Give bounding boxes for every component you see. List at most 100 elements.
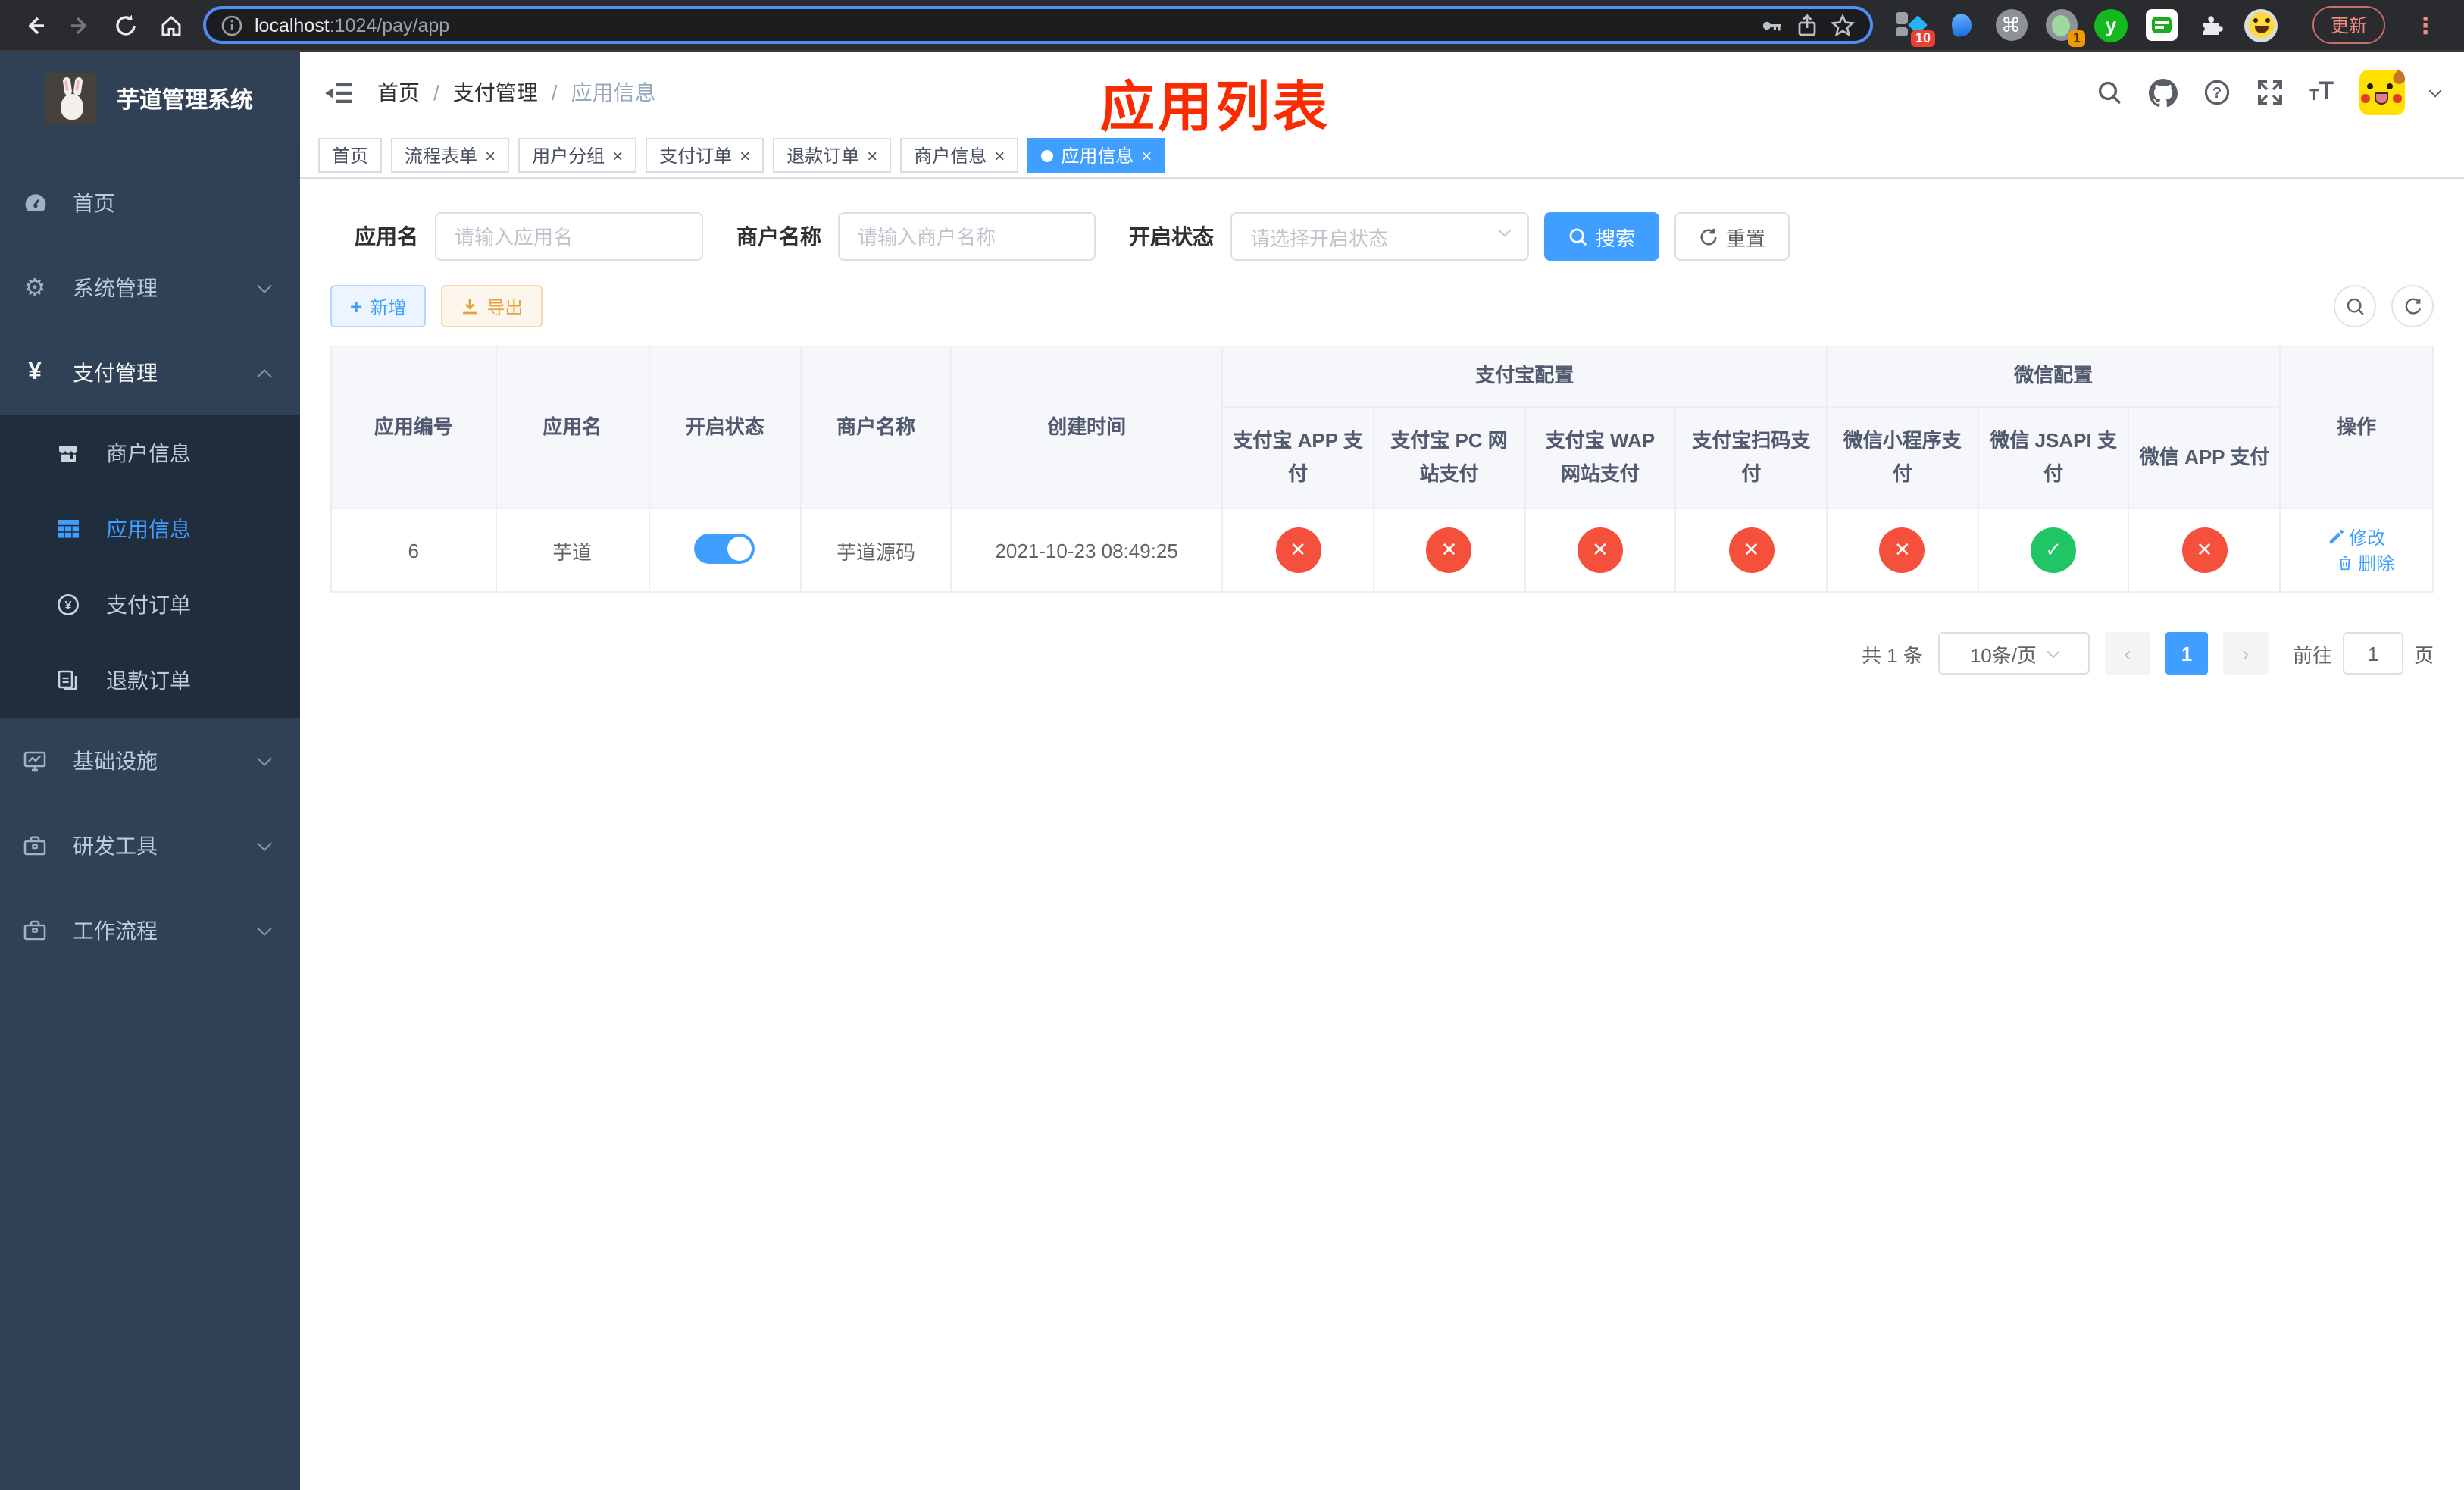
avatar-caret-icon[interactable] xyxy=(2428,83,2442,97)
close-icon[interactable]: × xyxy=(612,146,623,164)
reset-button[interactable]: 重置 xyxy=(1674,212,1790,261)
status-circle: ✕ xyxy=(2181,527,2228,573)
enabled-toggle[interactable] xyxy=(694,533,755,563)
sidebar-item-home[interactable]: 首页 xyxy=(0,161,300,246)
breadcrumb-payment[interactable]: 支付管理 xyxy=(453,77,538,108)
sidebar-fold-icon[interactable] xyxy=(324,80,353,105)
translate-extension-icon[interactable]: 10 xyxy=(1894,8,1935,46)
sidebar-item-pay-order[interactable]: ¥ 支付订单 xyxy=(0,567,300,643)
bookmark-star-icon[interactable] xyxy=(1831,13,1855,37)
sidebar-item-infrastructure[interactable]: 基础设施 xyxy=(0,718,300,803)
chevron-down-icon xyxy=(257,920,272,935)
cell-actions: 修改 删除 xyxy=(2279,508,2434,593)
toolbox-icon xyxy=(21,834,48,858)
address-bar[interactable]: localhost:1024/pay/app xyxy=(203,6,1873,44)
sidebar-item-merchant-info[interactable]: 商户信息 xyxy=(0,415,300,491)
translate-badge: 10 xyxy=(1910,30,1935,46)
page-size-select[interactable]: 10条/页 xyxy=(1937,632,2090,675)
chat-extension-icon[interactable] xyxy=(2144,8,2178,42)
sidebar-item-refund-order[interactable]: 退款订单 xyxy=(0,643,300,718)
back-icon[interactable] xyxy=(12,4,58,46)
page-1-button[interactable]: 1 xyxy=(2165,632,2208,675)
col-app-name: 应用名 xyxy=(495,346,649,509)
tab-refund-order[interactable]: 退款订单 × xyxy=(773,138,892,173)
tags-view: 首页 流程表单 × 用户分组 × 支付订单 × 退款订单 × 商户信息 × 应用信息 × xyxy=(300,133,2464,179)
sidebar-item-workflow[interactable]: 工作流程 xyxy=(0,888,300,973)
user-avatar[interactable] xyxy=(2359,70,2405,115)
proxy-extension-icon[interactable]: 1 xyxy=(2044,8,2085,46)
app-table: 应用编号 应用名 开启状态 商户名称 创建时间 支付宝配置 微信配置 操作 支付… xyxy=(330,346,2434,593)
tab-user-group[interactable]: 用户分组 × xyxy=(518,138,637,173)
sidebar-item-dev-tools[interactable]: 研发工具 xyxy=(0,803,300,888)
github-icon[interactable] xyxy=(2149,78,2178,107)
fullscreen-icon[interactable] xyxy=(2256,79,2284,106)
tab-merchant-info[interactable]: 商户信息 × xyxy=(900,138,1019,173)
proxy-badge: 1 xyxy=(2068,30,2085,46)
toggle-search-icon[interactable] xyxy=(2334,285,2376,327)
status-label: 开启状态 xyxy=(1129,224,1214,249)
yudao-extension-icon[interactable]: y xyxy=(2094,8,2128,42)
cell-wechat-jsapi: ✓ xyxy=(1977,508,2130,593)
sidebar-item-app-info[interactable]: 应用信息 xyxy=(0,491,300,567)
app-logo[interactable]: 芋道管理系统 xyxy=(0,52,300,139)
status-circle: ✕ xyxy=(1275,527,1321,573)
forward-icon[interactable] xyxy=(58,4,103,46)
search-icon[interactable] xyxy=(2097,80,2123,105)
monitor-chart-icon xyxy=(21,749,48,773)
tab-home[interactable]: 首页 xyxy=(318,138,383,173)
edit-link[interactable]: 修改 xyxy=(2328,524,2385,550)
help-icon[interactable]: ? xyxy=(2203,79,2231,106)
status-circle: ✕ xyxy=(1426,527,1472,573)
col-merchant: 商户名称 xyxy=(800,346,952,509)
status-select[interactable]: 请选择开启状态 xyxy=(1230,212,1529,261)
merchant-name-input[interactable] xyxy=(838,212,1096,261)
export-button[interactable]: 导出 xyxy=(441,285,543,327)
tab-app-info[interactable]: 应用信息 × xyxy=(1027,138,1166,173)
cell-status xyxy=(648,508,802,593)
extension-bar: 10 ⌘ 1 y 更新 ⋮ xyxy=(1894,6,2437,46)
chevron-down-icon xyxy=(257,750,272,765)
goto-page-input[interactable] xyxy=(2342,632,2403,675)
extensions-puzzle-icon[interactable] xyxy=(2194,8,2228,42)
next-page-button[interactable]: › xyxy=(2222,632,2269,675)
refresh-icon[interactable] xyxy=(2391,285,2434,327)
close-icon[interactable]: × xyxy=(994,146,1005,164)
url-text[interactable]: localhost:1024/pay/app xyxy=(255,14,449,36)
balloon-extension-icon[interactable] xyxy=(1944,8,1978,42)
tab-process-form[interactable]: 流程表单 × xyxy=(391,138,510,173)
browser-menu-icon[interactable]: ⋮ xyxy=(2414,11,2437,39)
home-icon[interactable] xyxy=(149,4,194,46)
document-copy-icon xyxy=(55,668,82,693)
share-icon[interactable] xyxy=(1796,13,1818,37)
cell-app-name: 芋道 xyxy=(495,508,649,593)
app-name-input[interactable] xyxy=(435,212,703,261)
password-key-icon[interactable] xyxy=(1759,13,1784,37)
col-alipay-pc: 支付宝 PC 网站支付 xyxy=(1372,406,1526,509)
col-status: 开启状态 xyxy=(648,346,802,509)
prev-page-button[interactable]: ‹ xyxy=(2104,632,2150,675)
merchant-name-label: 商户名称 xyxy=(736,224,821,249)
delete-link[interactable]: 删除 xyxy=(2337,550,2394,576)
group-wechat-config: 微信配置 xyxy=(1826,346,2281,408)
reload-icon[interactable] xyxy=(103,4,149,46)
close-icon[interactable]: × xyxy=(867,146,877,164)
command-extension-icon[interactable]: ⌘ xyxy=(1994,8,2028,42)
content: 应用名 商户名称 开启状态 请选择开启状态 搜索 xyxy=(300,179,2464,1490)
search-button[interactable]: 搜索 xyxy=(1544,212,1660,261)
sidebar-item-system[interactable]: ⚙ 系统管理 xyxy=(0,246,300,330)
sidebar-item-payment[interactable]: ¥ 支付管理 xyxy=(0,330,300,415)
close-icon[interactable]: × xyxy=(740,146,750,164)
table-row: 6 芋道 芋道源码 2021-10-23 08:49:25 ✕ ✕ ✕ ✕ ✕ xyxy=(330,508,2434,593)
toolbar: + 新增 导出 xyxy=(330,285,2434,327)
close-icon[interactable]: × xyxy=(485,146,496,164)
font-size-icon[interactable]: TT xyxy=(2309,80,2334,105)
add-button[interactable]: + 新增 xyxy=(330,285,427,327)
close-icon[interactable]: × xyxy=(1141,146,1152,164)
app-name-label: 应用名 xyxy=(355,224,418,249)
site-info-icon[interactable] xyxy=(221,14,242,36)
tab-pay-order[interactable]: 支付订单 × xyxy=(646,138,765,173)
browser-update-button[interactable]: 更新 xyxy=(2312,6,2386,44)
profile-avatar-icon[interactable] xyxy=(2244,8,2278,42)
sidebar: 芋道管理系统 首页 ⚙ 系统管理 ¥ 支付管理 商户信息 应用信息 ¥ 支付订单… xyxy=(0,52,300,1490)
breadcrumb-home[interactable]: 首页 xyxy=(377,77,420,108)
